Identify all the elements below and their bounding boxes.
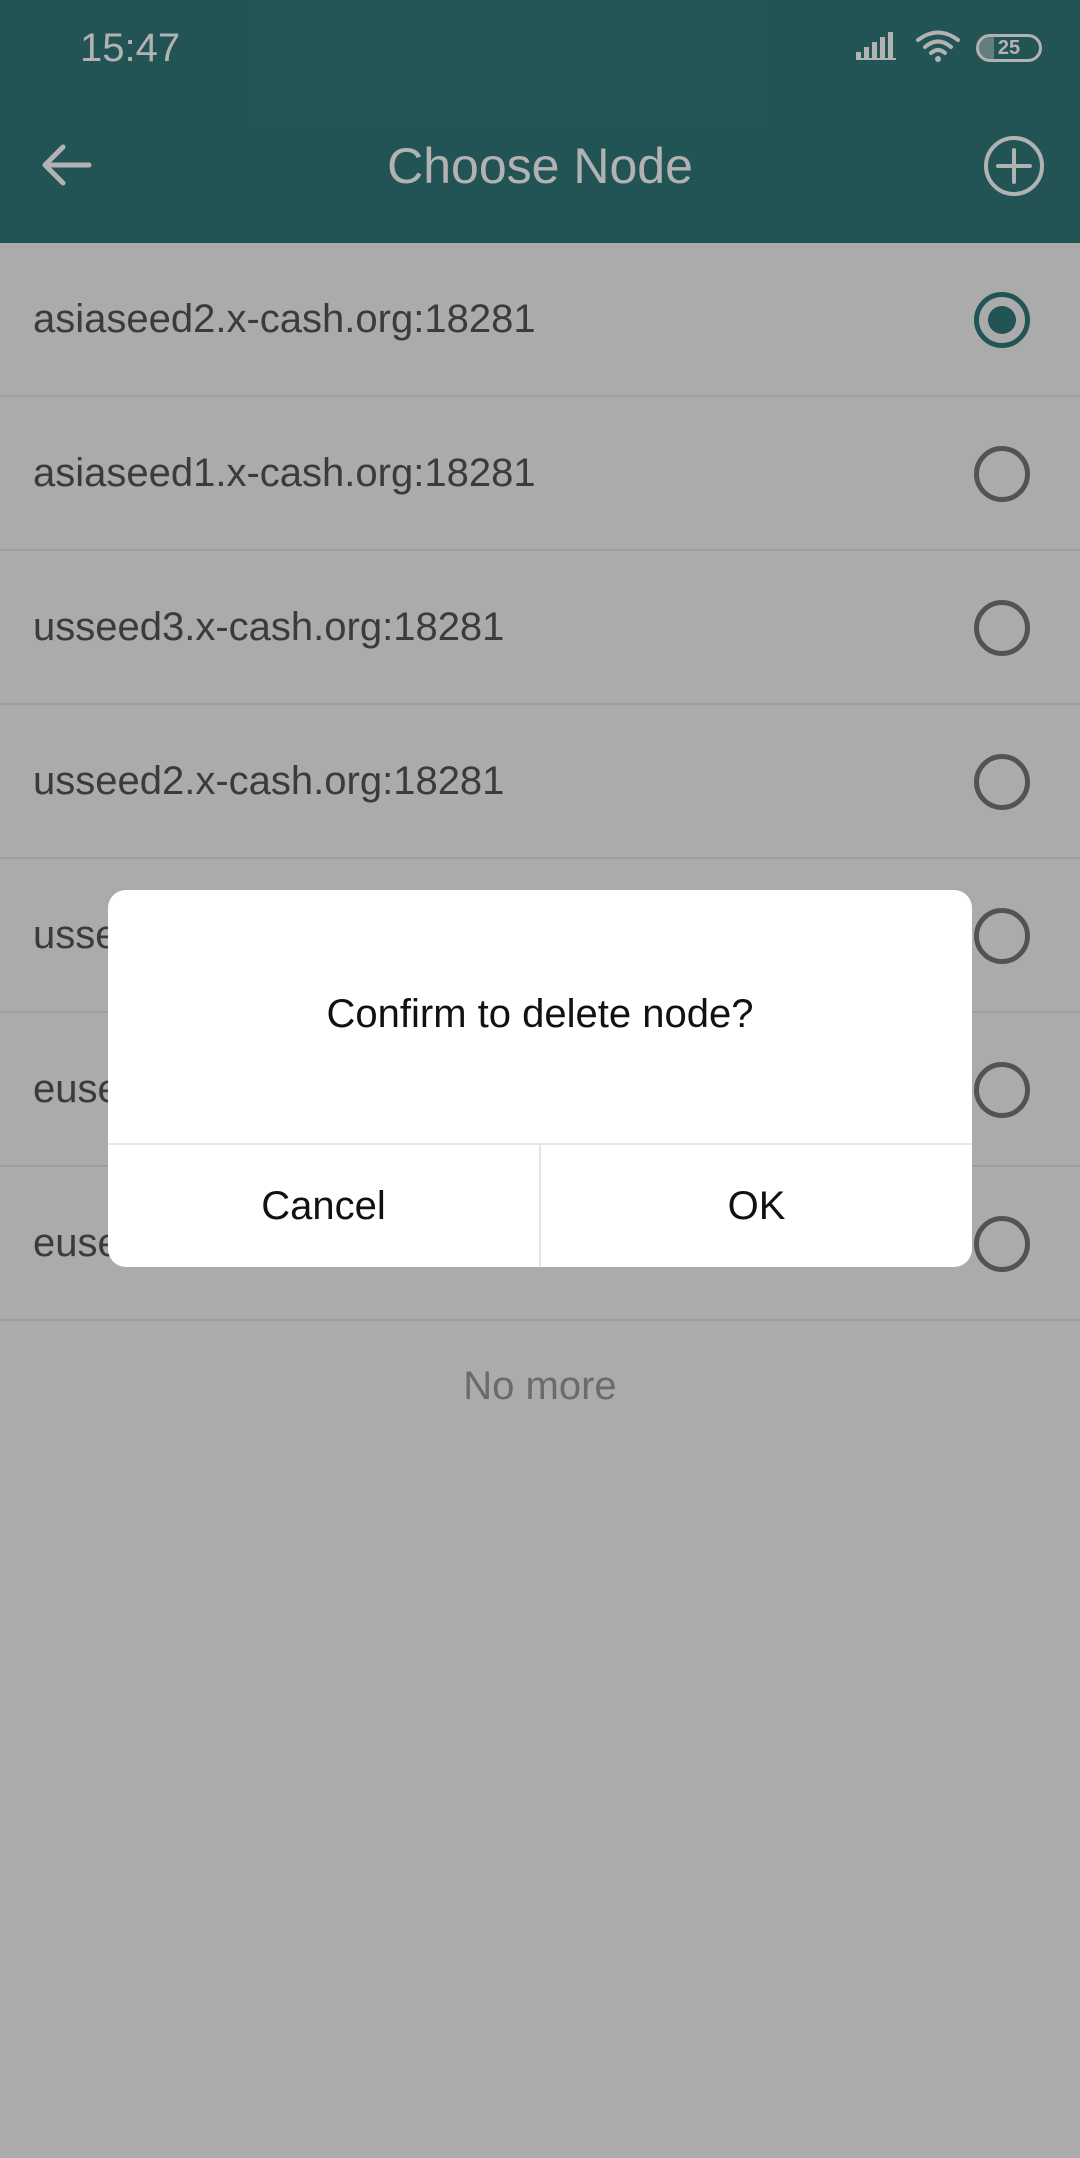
cancel-button[interactable]: Cancel	[108, 1145, 539, 1267]
dialog-buttons: Cancel OK	[108, 1143, 972, 1267]
dialog-message: Confirm to delete node?	[326, 992, 754, 1036]
ok-button[interactable]: OK	[539, 1145, 972, 1267]
confirm-delete-dialog: Confirm to delete node? Cancel OK	[108, 890, 972, 1267]
